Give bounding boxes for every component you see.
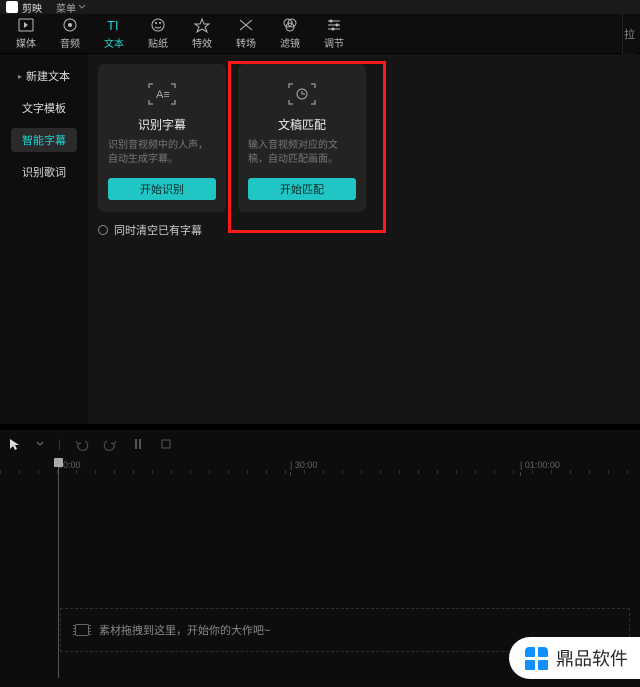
- filter-icon: [281, 17, 299, 33]
- sidebar-item-label: 文字模板: [22, 100, 66, 116]
- card-desc: 识别音视频中的人声，自动生成字幕。: [108, 139, 216, 167]
- card-desc: 输入音视频对应的文稿，自动匹配画面。: [248, 139, 356, 167]
- tab-label: 转场: [236, 35, 256, 50]
- tab-label: 滤镜: [280, 35, 300, 50]
- watermark-logo-icon: [525, 647, 548, 670]
- timeline-toolbar: |: [0, 430, 640, 458]
- ruler-tick: | 30:00: [290, 460, 317, 470]
- tab-filter[interactable]: 滤镜: [268, 17, 312, 50]
- menu-label: 菜单: [56, 0, 76, 15]
- sticker-icon: [149, 17, 167, 33]
- tab-audio[interactable]: 音频: [48, 17, 92, 50]
- split-icon[interactable]: [131, 437, 145, 451]
- drop-hint: 素材拖拽到这里，开始你的大作吧~: [99, 622, 270, 638]
- tab-label: 调节: [324, 35, 344, 50]
- sidebar-item-label: 识别歌词: [22, 164, 66, 180]
- playhead[interactable]: [58, 458, 59, 678]
- tab-text[interactable]: TI 文本: [92, 17, 136, 50]
- card-title: 识别字幕: [138, 116, 186, 133]
- main-panel: 新建文本 文字模板 智能字幕 识别歌词 A≡ 识别字幕 识别音视频中的人声，自动…: [0, 54, 640, 424]
- tab-label: 音频: [60, 35, 80, 50]
- start-recognize-button[interactable]: 开始识别: [108, 178, 216, 200]
- audio-icon: [61, 17, 79, 33]
- app-name: 剪映: [22, 0, 42, 15]
- chevron-down-icon: [78, 3, 86, 11]
- sidebar-item-label: 新建文本: [26, 68, 70, 84]
- clear-caption-label: 同时清空已有字幕: [114, 222, 202, 238]
- undo-icon[interactable]: [75, 437, 89, 451]
- text-sidebar: 新建文本 文字模板 智能字幕 识别歌词: [0, 54, 88, 424]
- tab-adjust[interactable]: 调节: [312, 17, 356, 50]
- ruler-tick: | 01:00:00: [520, 460, 560, 470]
- tab-media[interactable]: 媒体: [4, 17, 48, 50]
- text-icon: TI: [105, 17, 123, 33]
- script-match-icon: [287, 82, 317, 106]
- watermark-badge: 鼎品软件: [509, 637, 640, 679]
- chevron-down-icon[interactable]: [36, 440, 44, 448]
- svg-text:A≡: A≡: [156, 89, 170, 101]
- caption-ai-icon: A≡: [147, 82, 177, 106]
- app-logo-icon: [6, 1, 18, 13]
- sidebar-item-smart-caption[interactable]: 智能字幕: [11, 128, 77, 152]
- sidebar-item-lyrics[interactable]: 识别歌词: [11, 160, 77, 184]
- start-match-button[interactable]: 开始匹配: [248, 178, 356, 200]
- tab-transition[interactable]: 转场: [224, 17, 268, 50]
- adjust-icon: [325, 17, 343, 33]
- tab-sticker[interactable]: 贴纸: [136, 17, 180, 50]
- clear-caption-option[interactable]: 同时清空已有字幕: [98, 222, 630, 238]
- content-area: A≡ 识别字幕 识别音视频中的人声，自动生成字幕。 开始识别 文稿匹配 输入音视…: [88, 54, 640, 424]
- redo-icon[interactable]: [103, 437, 117, 451]
- sidebar-item-new-text[interactable]: 新建文本: [11, 64, 77, 88]
- tab-label: 文本: [104, 35, 124, 50]
- tab-label: 特效: [192, 35, 212, 50]
- transition-icon: [237, 17, 255, 33]
- panel-toggle[interactable]: 拉: [622, 14, 636, 54]
- radio-icon: [98, 225, 108, 235]
- pointer-tool-icon[interactable]: [8, 437, 22, 451]
- film-icon: [75, 624, 89, 636]
- time-ruler[interactable]: 00:00 | 30:00 | 01:00:00: [0, 458, 640, 474]
- card-recognize-caption: A≡ 识别字幕 识别音视频中的人声，自动生成字幕。 开始识别: [98, 64, 226, 212]
- effects-icon: [193, 17, 211, 33]
- menu-dropdown[interactable]: 菜单: [56, 0, 86, 15]
- card-script-match: 文稿匹配 输入音视频对应的文稿，自动匹配画面。 开始匹配: [238, 64, 366, 212]
- card-title: 文稿匹配: [278, 116, 326, 133]
- tab-effects[interactable]: 特效: [180, 17, 224, 50]
- category-toolbar: 媒体 音频 TI 文本 贴纸 特效 转场 滤镜 调节 拉: [0, 14, 640, 54]
- tab-label: 贴纸: [148, 35, 168, 50]
- separator: |: [58, 437, 61, 451]
- sidebar-item-template[interactable]: 文字模板: [11, 96, 77, 120]
- watermark-text: 鼎品软件: [556, 645, 628, 671]
- card-row: A≡ 识别字幕 识别音视频中的人声，自动生成字幕。 开始识别 文稿匹配 输入音视…: [98, 64, 630, 212]
- svg-text:TI: TI: [107, 18, 119, 33]
- media-icon: [17, 17, 35, 33]
- tab-label: 媒体: [16, 35, 36, 50]
- delete-icon[interactable]: [159, 437, 173, 451]
- sidebar-item-label: 智能字幕: [22, 132, 66, 148]
- title-bar: 剪映 菜单: [0, 0, 640, 14]
